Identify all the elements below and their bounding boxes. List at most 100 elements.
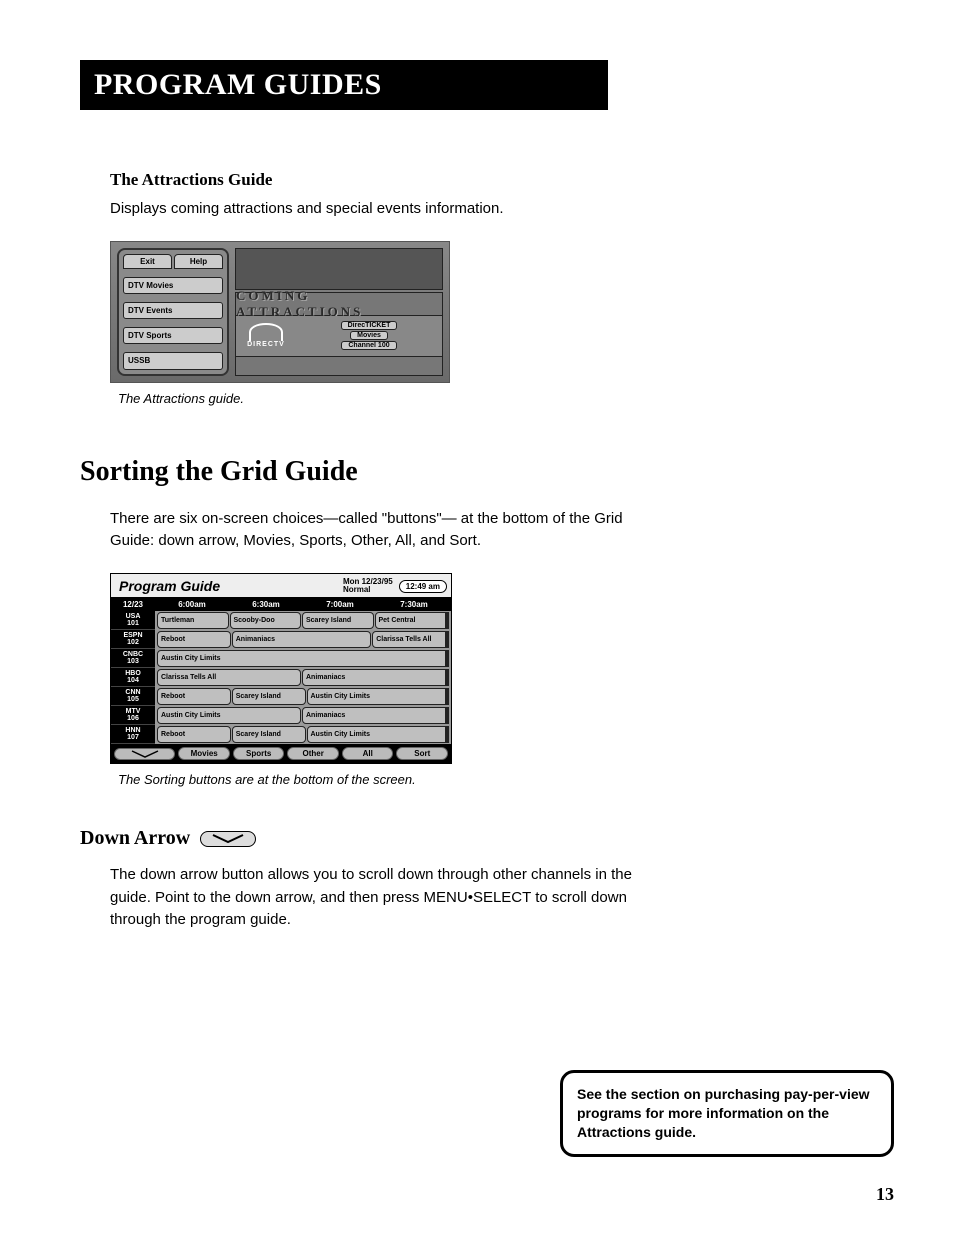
- program-cell[interactable]: Animaniacs: [302, 707, 449, 724]
- program-cell[interactable]: Austin City Limits: [307, 688, 450, 705]
- directv-arc-icon: [249, 323, 283, 341]
- down-arrow-heading: Down Arrow: [80, 827, 640, 850]
- program-cell[interactable]: Scarey Island: [232, 726, 306, 743]
- coming-attractions-banner: COMING ATTRACTIONS: [235, 292, 443, 316]
- channel-number: 104: [127, 677, 139, 684]
- channel-cell[interactable]: HBO104: [111, 668, 155, 687]
- sorting-heading: Sorting the Grid Guide: [80, 456, 640, 488]
- dtv-events-button[interactable]: DTV Events: [123, 302, 223, 319]
- grid-body: USA101TurtlemanScooby-DooScarey IslandPe…: [111, 611, 451, 744]
- attractions-sidebar: Exit Help DTV Movies DTV Events DTV Spor…: [117, 248, 229, 376]
- channel-name: ESPN: [123, 632, 142, 639]
- channel-number: 106: [127, 715, 139, 722]
- down-arrow-icon-inline: [200, 831, 256, 847]
- grid-clock: 12:49 am: [399, 580, 447, 593]
- page: PROGRAM GUIDES The Attractions Guide Dis…: [0, 0, 954, 1235]
- program-cell[interactable]: Clarissa Tells All: [372, 631, 449, 648]
- program-row: RebootScarey IslandAustin City Limits: [155, 725, 451, 744]
- preview-area: [235, 248, 443, 290]
- program-cell[interactable]: Pet Central: [375, 612, 450, 629]
- dtv-sports-button[interactable]: DTV Sports: [123, 327, 223, 344]
- movies-chip[interactable]: Movies: [350, 331, 388, 340]
- attractions-caption: The Attractions guide.: [118, 391, 640, 406]
- channel-name: CNBC: [123, 651, 143, 658]
- program-cell[interactable]: Clarissa Tells All: [157, 669, 301, 686]
- program-cell[interactable]: Animaniacs: [232, 631, 372, 648]
- channel-name: HNN: [125, 727, 140, 734]
- channel-cell[interactable]: CNBC103: [111, 649, 155, 668]
- program-row: Austin City Limits: [155, 649, 451, 668]
- program-row: TurtlemanScooby-DooScarey IslandPet Cent…: [155, 611, 451, 630]
- channel-100-chip[interactable]: Channel 100: [341, 341, 396, 350]
- program-cell[interactable]: Animaniacs: [302, 669, 449, 686]
- channel-name: MTV: [126, 708, 141, 715]
- grid-time-header: 12/23 6:00am 6:30am 7:00am 7:30am: [111, 598, 451, 611]
- grid-row: ESPN102RebootAnimaniacsClarissa Tells Al…: [111, 630, 451, 649]
- program-row: Austin City LimitsAnimaniacs: [155, 706, 451, 725]
- down-arrow-button[interactable]: [114, 748, 175, 760]
- program-cell[interactable]: Reboot: [157, 688, 231, 705]
- grid-row: MTV106Austin City LimitsAnimaniacs: [111, 706, 451, 725]
- channel-name: HBO: [125, 670, 141, 677]
- all-button[interactable]: All: [342, 747, 394, 760]
- page-title: PROGRAM GUIDES: [80, 60, 608, 110]
- grid-footer: Movies Sports Other All Sort: [111, 744, 451, 763]
- channel-name: CNN: [125, 689, 140, 696]
- content-column: The Attractions Guide Displays coming at…: [110, 170, 640, 932]
- grid-time-col: 7:00am: [303, 598, 377, 611]
- dtv-movies-button[interactable]: DTV Movies: [123, 277, 223, 294]
- page-number: 13: [876, 1184, 894, 1205]
- program-cell[interactable]: Reboot: [157, 726, 231, 743]
- program-row: Clarissa Tells AllAnimaniacs: [155, 668, 451, 687]
- attractions-figure: Exit Help DTV Movies DTV Events DTV Spor…: [110, 241, 450, 383]
- sorting-caption: The Sorting buttons are at the bottom of…: [118, 772, 640, 787]
- other-button[interactable]: Other: [287, 747, 339, 760]
- channel-number: 101: [127, 620, 139, 627]
- channel-cell[interactable]: CNN105: [111, 687, 155, 706]
- channel-number: 103: [127, 658, 139, 665]
- program-cell[interactable]: Reboot: [157, 631, 231, 648]
- grid-date-mode: Mon 12/23/95 Normal: [343, 578, 393, 596]
- grid-guide-figure: Program Guide Mon 12/23/95 Normal 12:49 …: [110, 573, 452, 765]
- channel-cell[interactable]: HNN107: [111, 725, 155, 744]
- program-cell[interactable]: Austin City Limits: [157, 707, 301, 724]
- sort-button[interactable]: Sort: [396, 747, 448, 760]
- program-cell[interactable]: Turtleman: [157, 612, 229, 629]
- help-tab[interactable]: Help: [174, 254, 223, 269]
- coming-body: DIRECTV DirecTICKET Movies Channel 100: [235, 316, 443, 357]
- grid-row: CNBC103Austin City Limits: [111, 649, 451, 668]
- program-cell[interactable]: Scarey Island: [302, 612, 374, 629]
- channel-cell[interactable]: ESPN102: [111, 630, 155, 649]
- channel-number: 105: [127, 696, 139, 703]
- program-cell[interactable]: Austin City Limits: [157, 650, 449, 667]
- program-cell[interactable]: Scooby-Doo: [230, 612, 302, 629]
- channel-number: 107: [127, 734, 139, 741]
- exit-tab[interactable]: Exit: [123, 254, 172, 269]
- directicket-chip[interactable]: DirecTICKET: [341, 321, 398, 330]
- grid-row: HBO104Clarissa Tells AllAnimaniacs: [111, 668, 451, 687]
- grid-header: Program Guide Mon 12/23/95 Normal 12:49 …: [111, 574, 451, 599]
- directv-logo-text: DIRECTV: [247, 341, 285, 348]
- grid-title: Program Guide: [115, 578, 343, 594]
- channel-cell[interactable]: USA101: [111, 611, 155, 630]
- grid-time-col: 6:00am: [155, 598, 229, 611]
- down-arrow-heading-text: Down Arrow: [80, 827, 190, 850]
- sorting-body: There are six on-screen choices—called "…: [110, 508, 640, 553]
- ussb-button[interactable]: USSB: [123, 352, 223, 369]
- program-row: RebootScarey IslandAustin City Limits: [155, 687, 451, 706]
- program-cell[interactable]: Austin City Limits: [307, 726, 450, 743]
- grid-row: HNN107RebootScarey IslandAustin City Lim…: [111, 725, 451, 744]
- grid-row: CNN105RebootScarey IslandAustin City Lim…: [111, 687, 451, 706]
- grid-time-col: 7:30am: [377, 598, 451, 611]
- program-cell[interactable]: Scarey Island: [232, 688, 306, 705]
- program-row: RebootAnimaniacsClarissa Tells All: [155, 630, 451, 649]
- channel-number: 102: [127, 639, 139, 646]
- grid-mode: Normal: [343, 586, 393, 595]
- movies-button[interactable]: Movies: [178, 747, 230, 760]
- down-arrow-body: The down arrow button allows you to scro…: [110, 864, 640, 932]
- sports-button[interactable]: Sports: [233, 747, 285, 760]
- channel-cell[interactable]: MTV106: [111, 706, 155, 725]
- down-arrow-icon: [130, 750, 160, 758]
- grid-row: USA101TurtlemanScooby-DooScarey IslandPe…: [111, 611, 451, 630]
- grid-time-col: 6:30am: [229, 598, 303, 611]
